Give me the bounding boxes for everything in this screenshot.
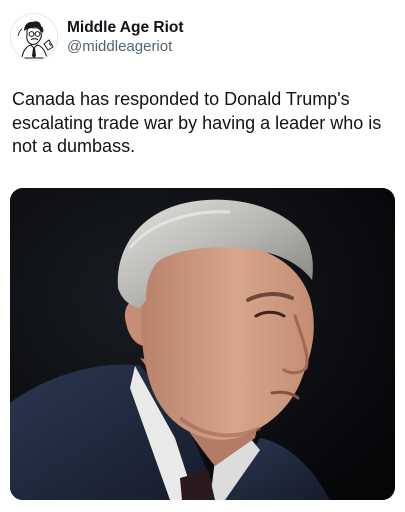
avatar[interactable] xyxy=(10,13,58,61)
author-handle[interactable]: @middleageriot xyxy=(67,37,184,56)
tweet-header: Middle Age Riot @middleageriot xyxy=(10,10,395,66)
tweet-photo[interactable] xyxy=(10,188,395,500)
tweet-text: Canada has responded to Donald Trump's e… xyxy=(12,89,382,156)
portrait-photo-illustration xyxy=(10,188,395,500)
author-display-name[interactable]: Middle Age Riot xyxy=(67,18,184,37)
author-info: Middle Age Riot @middleageriot xyxy=(67,18,184,56)
cartoon-man-avatar-icon xyxy=(11,14,57,60)
